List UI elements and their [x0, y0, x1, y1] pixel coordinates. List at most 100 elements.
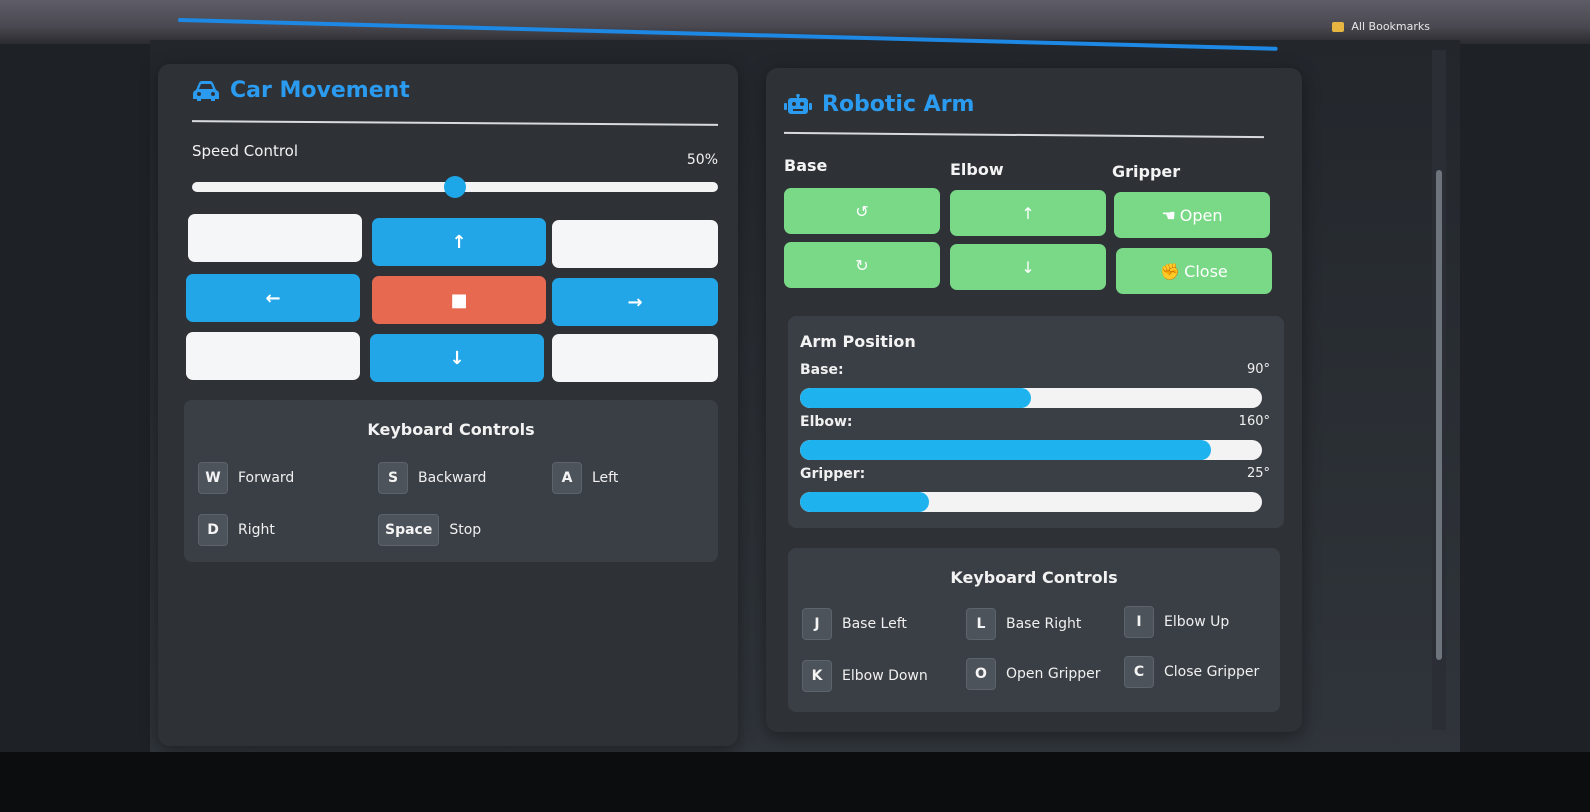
arrow-up-icon: ↑: [1021, 203, 1035, 223]
car-icon: [193, 80, 219, 101]
key-hint-stop: Space Stop: [378, 514, 481, 546]
key-hint-base-right: L Base Right: [966, 608, 1081, 640]
gripper-position-label: Gripper:: [800, 466, 866, 482]
arm-title-divider: [784, 131, 1264, 139]
gripper-position-value: 25°: [1246, 466, 1270, 481]
car-movement-panel: Car Movement Speed Control 50% ↑ ← ■ → ↓…: [158, 64, 738, 746]
elbow-position-value: 160°: [1238, 414, 1270, 429]
robotic-arm-panel: Robotic Arm Base Elbow Gripper ↺ ↑ ☚ Ope…: [766, 68, 1302, 732]
base-position-value: 90°: [1246, 362, 1270, 377]
elbow-up-button[interactable]: ↑: [950, 190, 1106, 236]
gripper-position-bar: [800, 492, 1262, 512]
key-l: L: [966, 608, 996, 640]
car-title-text: Car Movement: [230, 78, 410, 103]
gripper-open-button[interactable]: ☚ Open: [1114, 192, 1270, 238]
arrow-right-icon: →: [627, 291, 643, 313]
elbow-position-label: Elbow:: [800, 414, 853, 430]
arm-panel-title: Robotic Arm: [784, 92, 974, 117]
key-hint-forward: W Forward: [198, 462, 294, 494]
key-hint-close-gripper: C Close Gripper: [1124, 656, 1259, 688]
elbow-position-bar: [800, 440, 1262, 460]
key-s: S: [378, 462, 408, 494]
hand-fist-icon: ✊: [1160, 261, 1181, 281]
key-action: Close Gripper: [1164, 664, 1260, 680]
base-position-bar: [800, 388, 1262, 408]
key-k: K: [802, 660, 832, 692]
key-action: Base Right: [1006, 616, 1082, 632]
key-action: Elbow Down: [842, 668, 928, 684]
arrow-left-icon: ←: [265, 287, 281, 309]
key-hint-backward: S Backward: [378, 462, 486, 494]
arrow-down-icon: ↓: [449, 347, 465, 369]
base-rotate-left-button[interactable]: ↺: [784, 188, 940, 234]
key-a: A: [552, 462, 582, 494]
monitor-bezel: [0, 752, 1590, 812]
key-j: J: [802, 608, 832, 640]
elbow-column-heading: Elbow: [950, 160, 1004, 179]
key-hint-open-gripper: O Open Gripper: [966, 658, 1100, 690]
key-action: Open Gripper: [1006, 666, 1101, 682]
dpad-blank-bottom-right: [552, 334, 718, 382]
key-space: Space: [378, 514, 440, 546]
key-action: Elbow Up: [1164, 614, 1230, 630]
gripper-column-heading: Gripper: [1112, 162, 1181, 181]
rotate-cw-icon: ↻: [855, 255, 869, 275]
key-action: Forward: [238, 470, 295, 486]
left-button[interactable]: ←: [186, 274, 360, 322]
key-o: O: [966, 658, 996, 690]
base-column-heading: Base: [784, 156, 828, 175]
key-hint-elbow-down: K Elbow Down: [802, 660, 928, 692]
arm-keyboard-title: Keyboard Controls: [950, 568, 1118, 587]
stop-icon: ■: [450, 289, 468, 311]
base-position-label: Base:: [800, 362, 844, 378]
speed-control-label: Speed Control: [192, 142, 299, 160]
key-w: W: [198, 462, 228, 494]
key-hint-right: D Right: [198, 514, 275, 546]
speed-slider-thumb[interactable]: [444, 176, 466, 198]
forward-button[interactable]: ↑: [372, 218, 546, 266]
car-direction-pad: ↑ ← ■ → ↓: [186, 214, 722, 382]
key-action: Left: [592, 470, 619, 486]
dpad-blank-top-left: [188, 214, 362, 262]
robot-icon: [784, 93, 812, 114]
key-hint-left: A Left: [552, 462, 618, 494]
elbow-down-button[interactable]: ↓: [950, 244, 1106, 290]
car-keyboard-title: Keyboard Controls: [367, 420, 535, 439]
rotate-ccw-icon: ↺: [855, 201, 869, 221]
page-scrollbar-thumb[interactable]: [1436, 170, 1442, 660]
speed-slider[interactable]: [192, 176, 718, 198]
key-i: I: [1124, 606, 1154, 638]
key-hint-elbow-up: I Elbow Up: [1124, 606, 1229, 638]
bookmarks-bar[interactable]: All Bookmarks: [1331, 20, 1430, 33]
arrow-up-icon: ↑: [451, 231, 467, 253]
arm-position-box: Arm Position Base: 90° Elbow: 160° Gripp…: [788, 316, 1284, 528]
key-action: Backward: [418, 470, 487, 486]
dpad-blank-top-right: [552, 220, 718, 268]
car-title-divider: [191, 120, 719, 126]
key-c: C: [1124, 656, 1154, 688]
car-panel-title: Car Movement: [192, 78, 410, 103]
gripper-close-button[interactable]: ✊ Close: [1116, 248, 1272, 294]
arm-position-title: Arm Position: [800, 332, 916, 351]
key-action: Base Left: [842, 616, 907, 632]
gripper-open-label: Open: [1179, 205, 1223, 225]
key-action: Right: [238, 522, 275, 538]
backward-button[interactable]: ↓: [370, 334, 544, 382]
speed-value: 50%: [686, 152, 718, 168]
base-rotate-right-button[interactable]: ↻: [784, 242, 940, 288]
arm-title-text: Robotic Arm: [822, 92, 975, 117]
gripper-position-bar-fill: [800, 492, 930, 512]
folder-icon: [1331, 22, 1344, 32]
gripper-close-label: Close: [1184, 261, 1228, 281]
key-action: Stop: [449, 522, 482, 538]
key-d: D: [198, 514, 228, 546]
arrow-down-icon: ↓: [1021, 257, 1035, 277]
right-button[interactable]: →: [552, 278, 718, 326]
dpad-blank-bottom-left: [186, 332, 360, 380]
key-hint-base-left: J Base Left: [802, 608, 907, 640]
base-position-bar-fill: [800, 388, 1031, 408]
arm-keyboard-controls: Keyboard Controls J Base Left L Base Rig…: [788, 548, 1280, 712]
stop-button[interactable]: ■: [372, 276, 546, 324]
bookmarks-label: All Bookmarks: [1351, 20, 1430, 33]
elbow-position-bar-fill: [800, 440, 1212, 460]
